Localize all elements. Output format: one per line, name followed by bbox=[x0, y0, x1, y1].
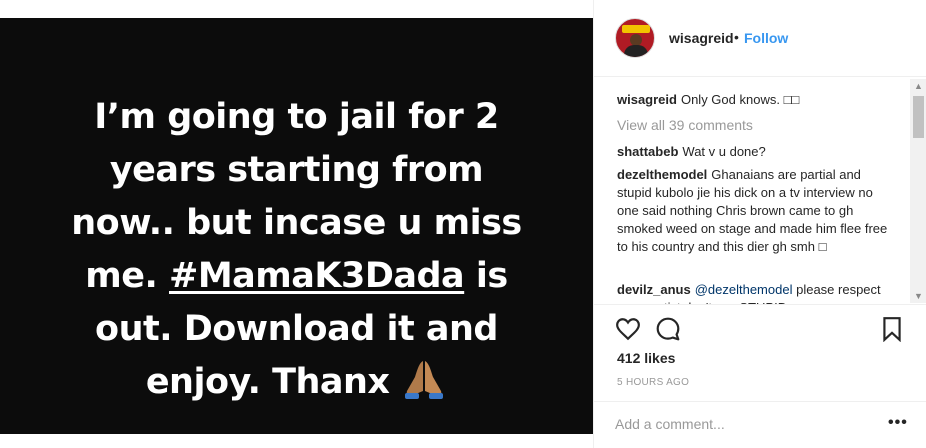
caption-text: is bbox=[464, 256, 508, 296]
caption-line-2: years starting from bbox=[0, 143, 593, 197]
caption-line-3: now.. but incase u miss bbox=[0, 196, 593, 250]
caption-text: now.. but incase u miss bbox=[71, 203, 522, 243]
comment-bubble-icon[interactable] bbox=[655, 316, 681, 347]
comment-item: dezelthemodel Ghanaians are partial and s… bbox=[617, 166, 892, 256]
comment-item: devilz_anus @dezelthemodel please respect… bbox=[617, 281, 892, 304]
caption-line-4: me. #MamaK3Dada is bbox=[0, 249, 593, 303]
comment-username-link[interactable]: devilz_anus bbox=[617, 282, 691, 297]
caption-line-1: I’m going to jail for 2 bbox=[0, 90, 593, 144]
caption-text: years starting from bbox=[109, 150, 484, 190]
caption-text: enjoy. Thanx bbox=[145, 362, 402, 402]
comment-username-link[interactable]: shattabeb bbox=[617, 144, 678, 159]
scrollbar-thumb[interactable] bbox=[913, 96, 924, 138]
comments-section[interactable]: wisagreid Only God knows. □□ View all 39 … bbox=[594, 77, 926, 305]
comment-text: Only God knows. □□ bbox=[680, 92, 800, 107]
header-username-link[interactable]: wisagreid bbox=[669, 30, 734, 46]
scroll-up-arrow-icon[interactable]: ▲ bbox=[910, 79, 926, 93]
hashtag-text: #MamaK3Dada bbox=[169, 256, 465, 296]
bookmark-icon[interactable] bbox=[881, 316, 903, 347]
caption-line-5: out. Download it and bbox=[0, 302, 593, 356]
more-options-icon[interactable]: ••• bbox=[888, 414, 908, 432]
avatar-body bbox=[624, 45, 648, 57]
post-timestamp[interactable]: 5 HOURS AGO bbox=[617, 377, 689, 388]
scroll-down-arrow-icon[interactable]: ▼ bbox=[910, 289, 926, 303]
avatar[interactable] bbox=[615, 18, 655, 58]
post-header: wisagreid • Follow bbox=[594, 0, 926, 77]
avatar-logo bbox=[622, 25, 650, 33]
comment-username-link[interactable]: dezelthemodel bbox=[617, 167, 707, 182]
add-comment-bar: ••• bbox=[594, 401, 926, 448]
likes-count[interactable]: 412 likes bbox=[617, 350, 675, 366]
add-comment-input[interactable] bbox=[615, 413, 875, 435]
header-separator: • bbox=[734, 29, 739, 45]
comment-username-link[interactable]: wisagreid bbox=[617, 92, 677, 107]
caption-comment: wisagreid Only God knows. □□ bbox=[617, 91, 907, 109]
mention-link[interactable]: @dezelthemodel bbox=[695, 282, 793, 297]
praying-hands-icon bbox=[401, 357, 447, 415]
comment-text: Wat v u done? bbox=[682, 144, 766, 159]
view-all-comments-link[interactable]: View all 39 comments bbox=[617, 117, 753, 133]
caption-line-6: enjoy. Thanx bbox=[0, 355, 593, 415]
post-image: I’m going to jail for 2 years starting f… bbox=[0, 18, 593, 434]
caption-text: me. bbox=[85, 256, 169, 296]
comment-item: shattabeb Wat v u done? bbox=[617, 143, 907, 161]
heart-outline-icon[interactable] bbox=[615, 316, 641, 347]
caption-text: I’m going to jail for 2 bbox=[94, 97, 499, 137]
caption-text: out. Download it and bbox=[95, 309, 498, 349]
comments-scrollbar[interactable]: ▲ ▼ bbox=[910, 79, 926, 303]
follow-button[interactable]: Follow bbox=[744, 30, 788, 46]
post-side-panel: wisagreid • Follow wisagreid Only God kno… bbox=[593, 0, 926, 448]
